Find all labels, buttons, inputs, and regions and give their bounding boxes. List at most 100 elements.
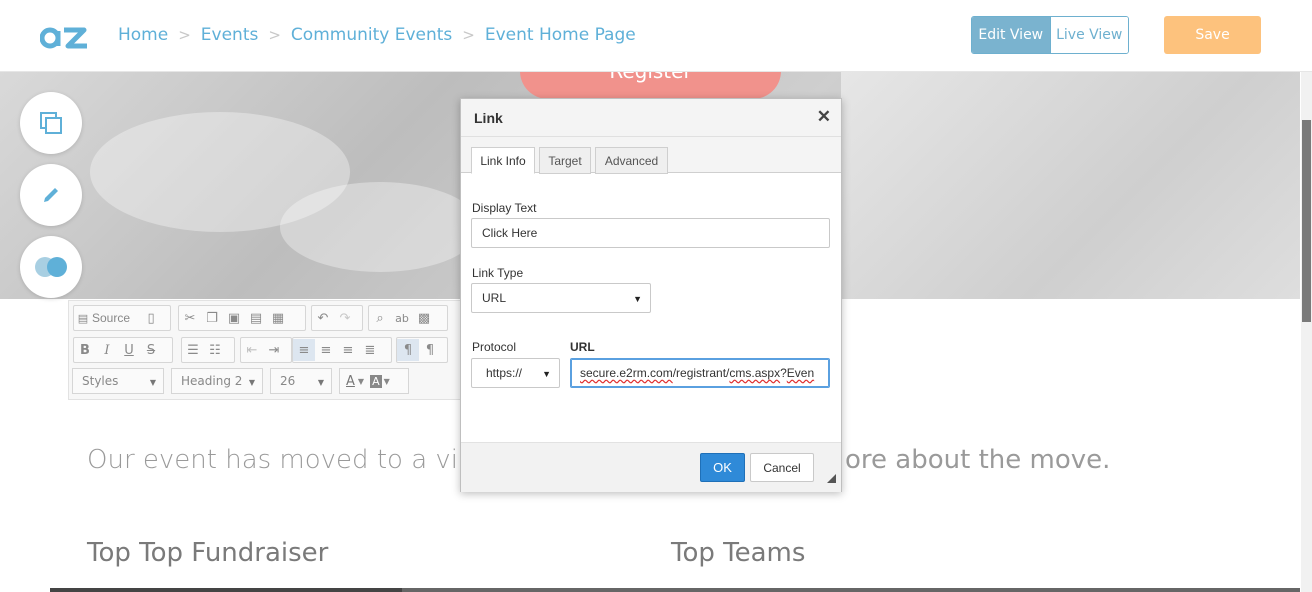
align-left-icon[interactable]: ≡ (293, 339, 315, 361)
register-button[interactable]: Register (520, 72, 781, 99)
breadcrumb-home[interactable]: Home (118, 25, 168, 45)
paste-icon[interactable]: ▣ (223, 307, 245, 329)
az-logo-icon[interactable] (40, 22, 90, 52)
color-group: A ▼ A ▼ (339, 368, 409, 394)
font-size-dropdown-label: 26 (280, 374, 296, 388)
top-teams-heading: Top Teams (671, 538, 806, 568)
hero-highlight (280, 182, 480, 272)
undo-icon[interactable]: ↶ (312, 307, 334, 329)
url-segment-query-mark: ? (780, 366, 787, 380)
toggle-button[interactable] (20, 236, 82, 298)
italic-button[interactable]: I (96, 339, 118, 361)
link-type-select[interactable]: URL ▼ (471, 283, 651, 313)
cancel-button[interactable]: Cancel (750, 453, 814, 482)
display-text-input[interactable]: Click Here (471, 218, 830, 248)
redo-icon[interactable]: ↷ (334, 307, 356, 329)
dialog-footer: OK Cancel (461, 442, 841, 492)
chevron-down-icon: ▼ (317, 378, 324, 387)
chevron-down-icon: ▼ (542, 369, 551, 379)
align-center-icon[interactable]: ≡ (315, 339, 337, 361)
tab-advanced[interactable]: Advanced (595, 147, 668, 174)
protocol-label: Protocol (472, 340, 517, 354)
toolbar-group-align: ≡ ≡ ≡ ≣ (292, 337, 392, 363)
preview-icon[interactable]: ▯ (140, 307, 162, 329)
breadcrumb-community-events[interactable]: Community Events (291, 25, 452, 45)
replace-icon[interactable]: ab (391, 307, 413, 329)
toolbar-group-direction: ¶ ¶ (396, 337, 448, 363)
chevron-down-icon: ▼ (633, 294, 642, 304)
breadcrumb-separator: > (178, 26, 191, 44)
save-button[interactable]: Save (1164, 16, 1261, 54)
toolbar-group-undo: ↶ ↷ (311, 305, 363, 331)
background-color-icon[interactable]: A (370, 374, 382, 388)
source-icon: ▤ (77, 311, 89, 325)
url-segment-domain: secure.e2rm.com (580, 366, 673, 380)
intro-text-left: Our event has moved to a virtu (87, 445, 496, 475)
toolbar-group-lists: ☰ ☷ (181, 337, 235, 363)
numbered-list-icon[interactable]: ☰ (182, 339, 204, 361)
rtl-icon[interactable]: ¶ (419, 339, 441, 361)
copy-button[interactable] (20, 92, 82, 154)
url-label: URL (570, 340, 595, 354)
protocol-value: https:// (486, 366, 523, 380)
protocol-select[interactable]: https:// ▼ (471, 358, 560, 388)
tab-target[interactable]: Target (539, 147, 591, 174)
close-icon[interactable]: ✕ (817, 107, 831, 127)
toolbar-group-document: ▤ Source ▯ (73, 305, 171, 331)
link-type-value: URL (482, 291, 507, 305)
paste-text-icon[interactable]: ▤ (245, 307, 267, 329)
find-icon[interactable]: ⌕ (369, 307, 391, 329)
chevron-down-icon: ▼ (149, 378, 156, 387)
hero-image-right (841, 72, 1300, 299)
section-divider (402, 588, 1300, 592)
paste-word-icon[interactable]: ▦ (267, 307, 289, 329)
toolbar-group-basic-styles: B I U S (73, 337, 173, 363)
page-scrollbar[interactable] (1301, 72, 1312, 592)
align-justify-icon[interactable]: ≣ (359, 339, 381, 361)
font-size-dropdown[interactable]: 26 ▼ (270, 368, 332, 394)
select-all-icon[interactable]: ▩ (413, 307, 435, 329)
styles-dropdown-label: Styles (82, 374, 119, 388)
ok-button[interactable]: OK (700, 453, 745, 482)
bold-button[interactable]: B (74, 339, 96, 361)
copy-icon (40, 112, 62, 134)
edit-button[interactable] (20, 164, 82, 226)
breadcrumb-events[interactable]: Events (201, 25, 259, 45)
view-toggle: Edit View Live View (971, 16, 1129, 54)
display-text-value: Click Here (482, 226, 538, 240)
ltr-icon[interactable]: ¶ (397, 339, 419, 361)
section-divider (50, 588, 402, 592)
toolbar-group-indent: ⇤ ⇥ (240, 337, 292, 363)
breadcrumb-event-home-page[interactable]: Event Home Page (485, 25, 636, 45)
breadcrumb-separator: > (268, 26, 281, 44)
url-segment-page: cms.aspx (729, 366, 781, 380)
bulleted-list-icon[interactable]: ☷ (204, 339, 226, 361)
edit-view-button[interactable]: Edit View (972, 17, 1050, 53)
indent-icon[interactable]: ⇥ (263, 339, 285, 361)
text-color-icon[interactable]: A (346, 374, 355, 389)
outdent-icon[interactable]: ⇤ (241, 339, 263, 361)
underline-button[interactable]: U (118, 339, 140, 361)
url-segment-query: Even (786, 366, 815, 380)
link-type-label: Link Type (472, 266, 524, 280)
copy-format-icon[interactable]: ❐ (201, 307, 223, 329)
chevron-down-icon: ▼ (383, 376, 390, 386)
display-text-label: Display Text (472, 201, 537, 215)
strikethrough-button[interactable]: S (140, 339, 162, 361)
dialog-title: Link (461, 99, 841, 137)
align-right-icon[interactable]: ≡ (337, 339, 359, 361)
source-button[interactable]: Source (92, 311, 140, 325)
tab-link-info[interactable]: Link Info (471, 147, 535, 174)
link-dialog: Link ✕ Link Info Target Advanced Display… (460, 98, 842, 492)
live-view-button[interactable]: Live View (1049, 17, 1128, 53)
intro-text-right: ore about the move. (845, 445, 1111, 475)
top-bar: Home > Events > Community Events > Event… (0, 0, 1312, 72)
format-dropdown-label: Heading 2 (181, 374, 243, 388)
scrollbar-thumb[interactable] (1302, 120, 1311, 322)
url-input[interactable]: secure.e2rm.com/registrant/cms.aspx? Even (570, 358, 830, 388)
resize-handle-icon[interactable] (827, 474, 836, 483)
format-dropdown[interactable]: Heading 2 ▼ (171, 368, 263, 394)
cut-icon[interactable]: ✂ (179, 307, 201, 329)
styles-dropdown[interactable]: Styles ▼ (72, 368, 164, 394)
toolbar-group-clipboard: ✂ ❐ ▣ ▤ ▦ (178, 305, 306, 331)
